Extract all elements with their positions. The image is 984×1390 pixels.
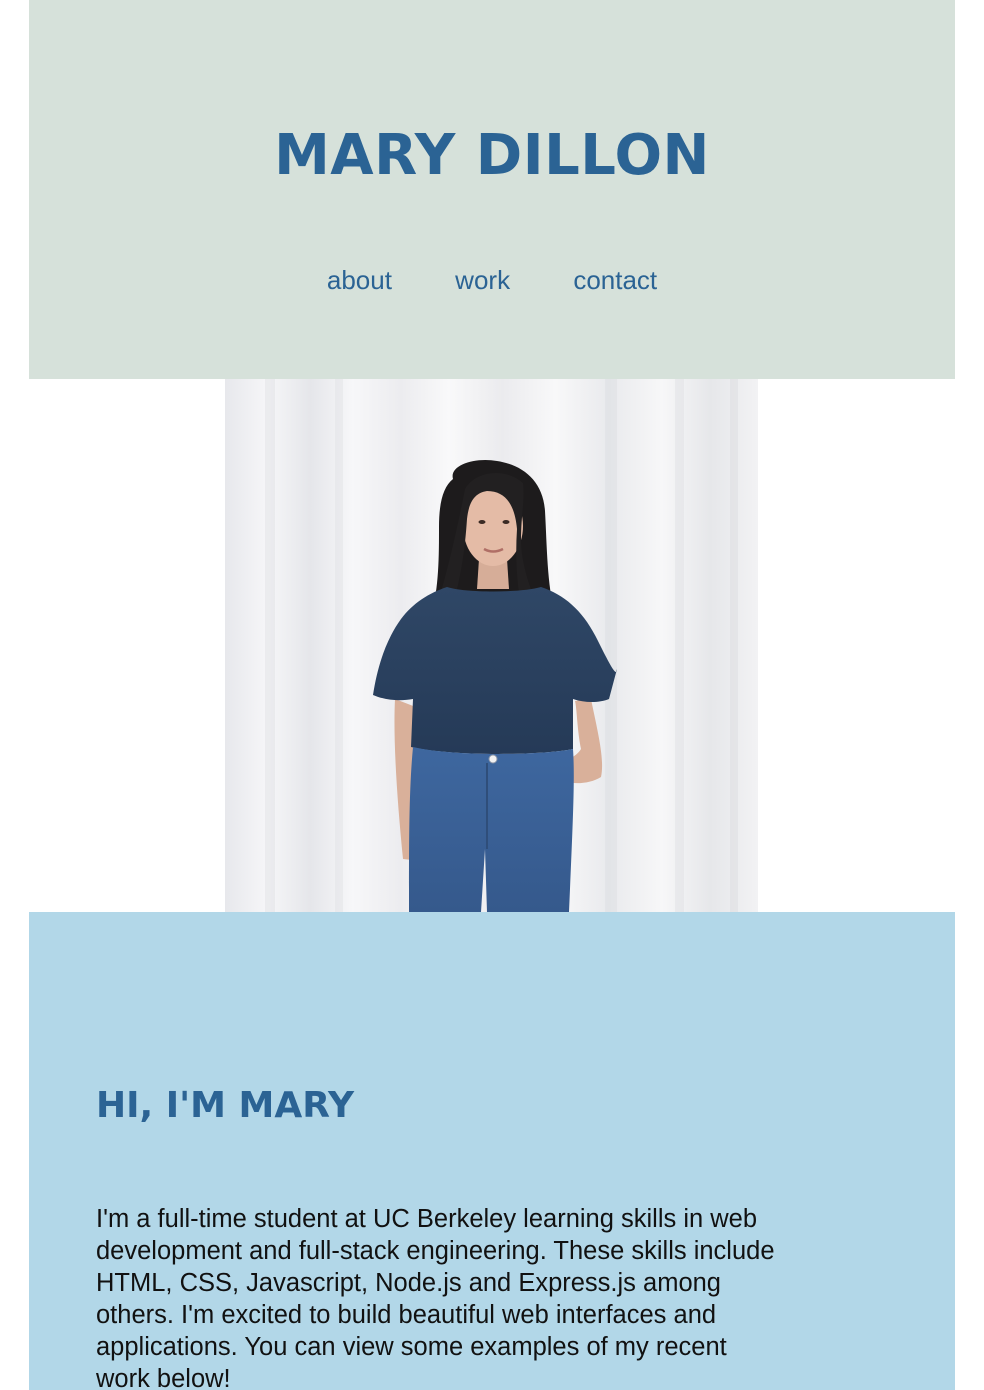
nav-link-about[interactable]: about bbox=[327, 262, 392, 298]
about-section: HI, I'M MARY I'm a full-time student at … bbox=[29, 912, 955, 1390]
about-heading: HI, I'M MARY bbox=[96, 1085, 355, 1126]
page: MARY DILLON about work contact HI, I'M M… bbox=[0, 0, 984, 1390]
about-paragraph: I'm a full-time student at UC Berkeley l… bbox=[96, 1205, 775, 1390]
nav-link-work[interactable]: work bbox=[455, 262, 510, 298]
site-header: MARY DILLON about work contact bbox=[29, 0, 955, 379]
main-nav: about work contact bbox=[29, 262, 955, 298]
nav-link-contact[interactable]: contact bbox=[573, 262, 657, 298]
profile-photo bbox=[225, 379, 758, 912]
site-title: MARY DILLON bbox=[274, 123, 710, 188]
profile-photo-illustration bbox=[265, 379, 738, 912]
